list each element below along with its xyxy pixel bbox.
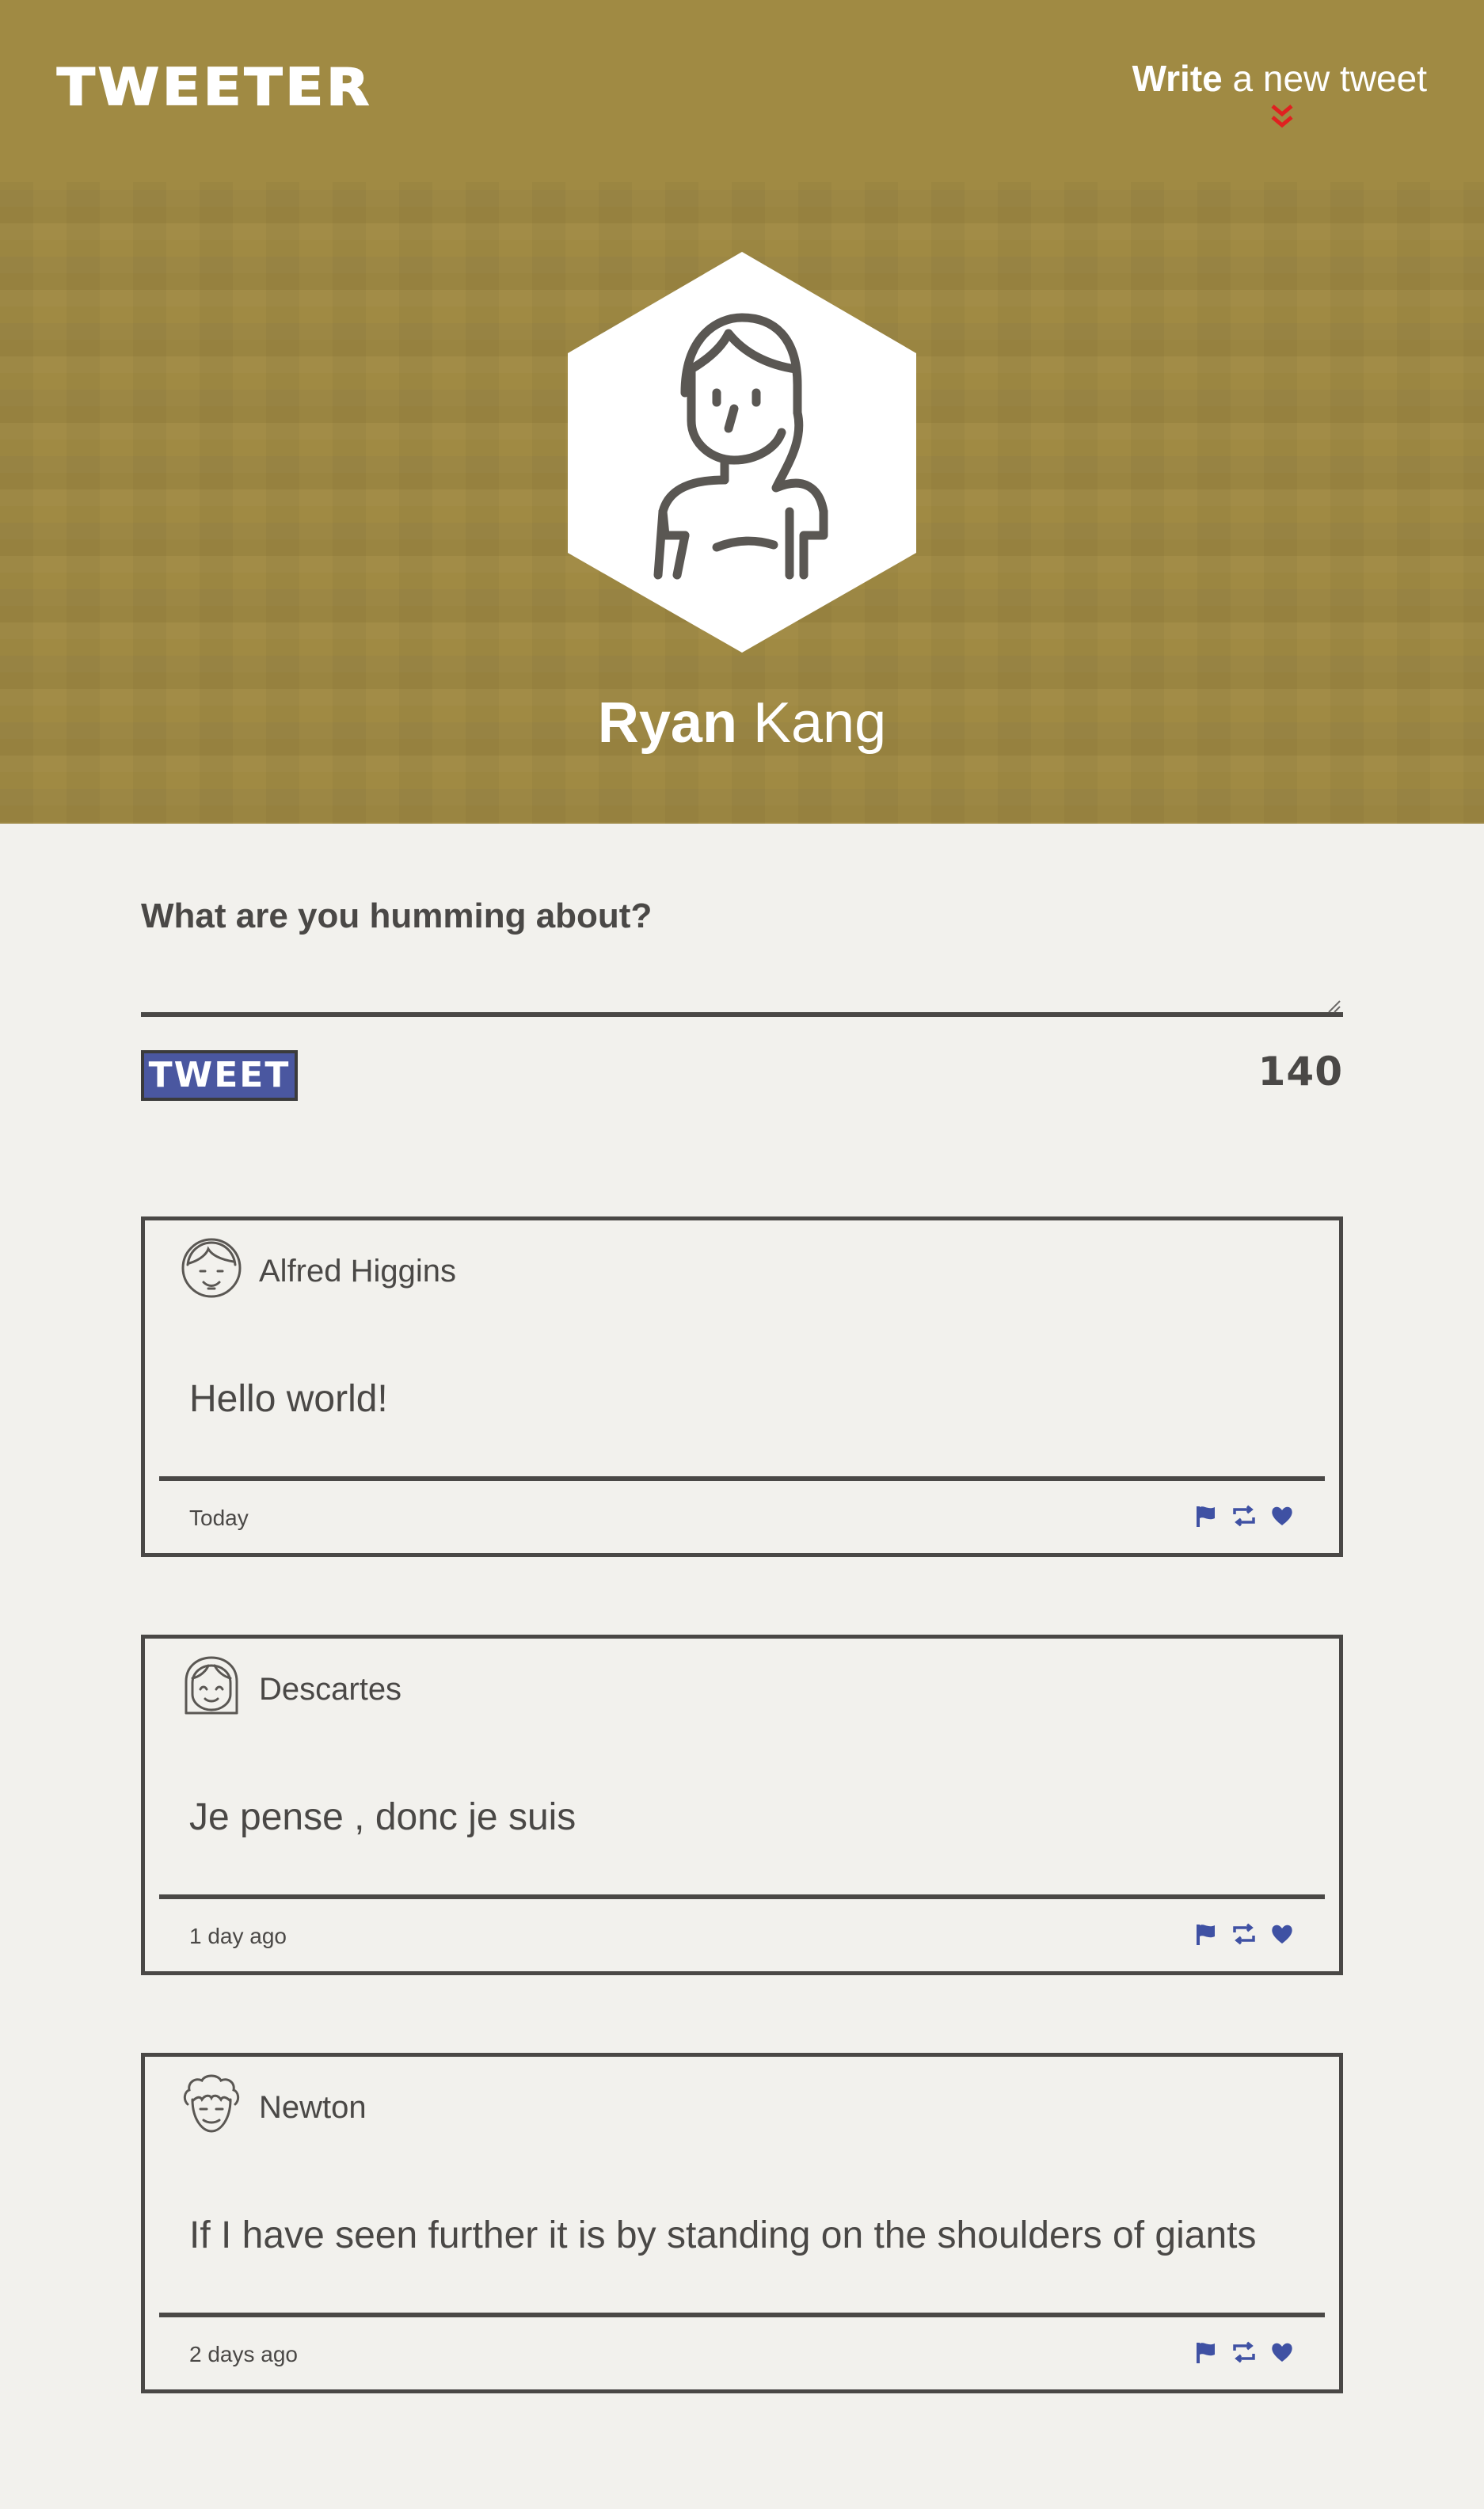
double-chevron-down-icon[interactable]: [1270, 101, 1294, 133]
flag-icon[interactable]: [1193, 2340, 1219, 2365]
flag-icon[interactable]: [1193, 1503, 1219, 1529]
tweet-timestamp: 1 day ago: [189, 1924, 287, 1948]
tweet-actions: [1193, 1921, 1295, 1947]
tweet-divider: [159, 1894, 1325, 1899]
heart-icon[interactable]: [1269, 1503, 1295, 1529]
profile-name: Ryan Kang: [0, 691, 1484, 756]
tweet-timestamp: 2 days ago: [189, 2342, 298, 2366]
profile-first-name: Ryan: [597, 691, 737, 755]
tweet-divider: [159, 1476, 1325, 1481]
character-counter: 140: [1258, 1049, 1343, 1095]
tweet-divider: [159, 2313, 1325, 2317]
tweet-card: Newton If I have seen further it is by s…: [141, 2053, 1343, 2393]
resize-grip-icon[interactable]: [1327, 999, 1341, 1014]
tweet-author[interactable]: Descartes: [259, 1672, 401, 1708]
composer-label: What are you humming about?: [141, 897, 653, 935]
retweet-icon[interactable]: [1231, 1921, 1257, 1947]
tweet-timestamp: Today: [189, 1506, 249, 1530]
tweet-actions: [1193, 1502, 1295, 1529]
write-new-tweet-link[interactable]: Write a new tweet: [1132, 57, 1427, 100]
tweet-actions: [1193, 2339, 1295, 2366]
tweet-text: If I have seen further it is by standing…: [189, 2214, 1257, 2256]
tweet-text: Hello world!: [189, 1378, 388, 1420]
tweet-author[interactable]: Alfred Higgins: [259, 1254, 456, 1289]
tweet-text: Je pense , donc je suis: [189, 1796, 576, 1838]
compose-link-bold: Write: [1132, 58, 1223, 99]
curly-hair-face-icon: [183, 2074, 240, 2133]
retweet-icon[interactable]: [1231, 1503, 1257, 1529]
profile-last-name: Kang: [736, 691, 887, 755]
girl-face-icon: [185, 1656, 238, 1715]
boy-face-icon: [181, 1238, 242, 1298]
compose-link-rest: a new tweet: [1222, 58, 1428, 99]
profile-avatar: [568, 252, 916, 653]
flag-icon[interactable]: [1193, 1921, 1219, 1947]
tweet-card: Descartes Je pense , donc je suis 1 day …: [141, 1635, 1343, 1975]
heart-icon[interactable]: [1269, 1921, 1295, 1947]
tweet-card: Alfred Higgins Hello world! Today: [141, 1216, 1343, 1557]
tweet-author[interactable]: Newton: [259, 2090, 367, 2126]
tweet-button[interactable]: TWEET: [141, 1050, 298, 1101]
app-logo[interactable]: TWEETER: [56, 56, 372, 117]
tweet-textarea[interactable]: [141, 950, 1343, 1017]
retweet-icon[interactable]: [1231, 2340, 1257, 2365]
heart-icon[interactable]: [1269, 2340, 1295, 2365]
profile-header: TWEETER Write a new tweet Ryan Kang: [0, 0, 1484, 824]
